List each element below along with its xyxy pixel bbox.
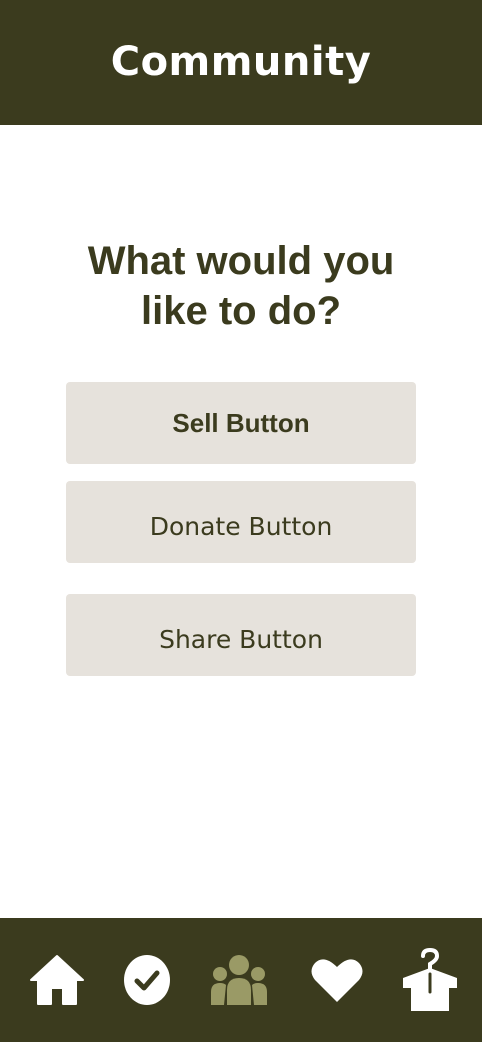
nav-item-wardrobe[interactable] [396,918,464,1042]
heart-icon [311,959,363,1002]
nav-item-community[interactable] [205,918,273,1042]
check-circle-icon [124,955,170,1005]
sell-button-label: Sell Button [172,407,310,438]
prompt-line-2: like to do? [141,289,341,333]
prompt-heading: What would you like to do? [0,236,482,336]
share-button[interactable]: Share Button [66,594,416,676]
app-screen: Community What would you like to do? Sel… [0,0,482,1042]
page-title: Community [110,38,372,85]
donate-button[interactable]: Donate Button [66,481,416,563]
shirt-hanger-icon [403,948,457,1011]
nav-item-home[interactable] [24,918,90,1042]
nav-item-favorites[interactable] [307,918,367,1042]
home-icon [30,955,84,1005]
top-header: Community [0,0,482,125]
share-button-label: Share Button [159,624,323,654]
community-icon [211,955,267,1005]
sell-button[interactable]: Sell Button [66,382,416,464]
bottom-nav-bar [0,918,482,1042]
donate-button-label: Donate Button [149,511,333,541]
prompt-line-1: What would you [87,239,395,283]
nav-item-checklist[interactable] [118,918,176,1042]
